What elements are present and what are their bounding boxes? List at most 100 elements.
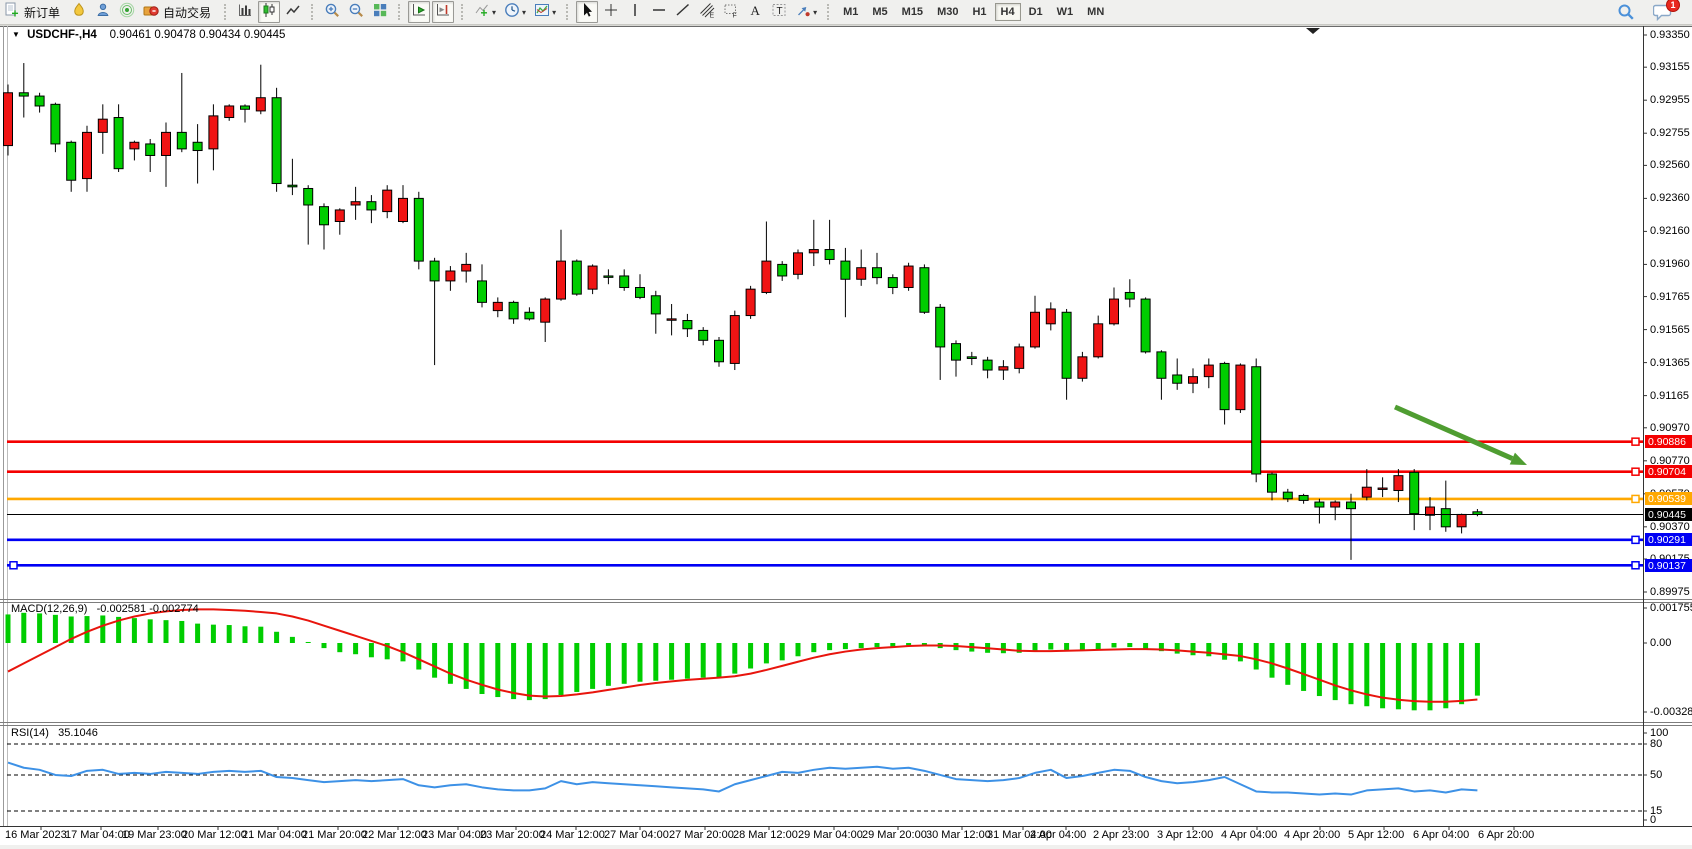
toolbar-separator bbox=[566, 4, 570, 20]
macd-histogram-bar bbox=[1349, 643, 1354, 704]
line-handle-right[interactable] bbox=[1632, 468, 1639, 475]
timeframe-w1-button[interactable]: W1 bbox=[1051, 3, 1080, 21]
candle bbox=[1157, 350, 1166, 400]
indicators-button[interactable]: +▾ bbox=[471, 1, 499, 23]
notifications-button[interactable]: 1 bbox=[1650, 1, 1676, 23]
macd-histogram-bar bbox=[227, 625, 232, 643]
signals-button[interactable] bbox=[116, 1, 138, 23]
fibonacci-button[interactable]: E bbox=[696, 1, 718, 23]
timeframe-d1-button[interactable]: D1 bbox=[1023, 3, 1049, 21]
annotation-arrow-head[interactable] bbox=[1510, 453, 1527, 465]
macd-histogram-bar bbox=[685, 643, 690, 679]
indicators-button-dropdown-icon[interactable]: ▾ bbox=[492, 8, 496, 17]
candle bbox=[983, 357, 992, 378]
tile-windows-button[interactable] bbox=[369, 1, 391, 23]
text-label-button[interactable]: T bbox=[768, 1, 790, 23]
vertical-line-button[interactable] bbox=[624, 1, 646, 23]
text-button[interactable]: A bbox=[744, 1, 766, 23]
candle bbox=[1141, 297, 1150, 353]
candle bbox=[51, 103, 60, 153]
candle bbox=[1062, 309, 1071, 400]
chart-shift-marker[interactable] bbox=[1306, 28, 1320, 34]
main-toolbar: +新订单自动交易+▾▾▾EFAT▾M1M5M15M30H1H4D1W1MN1 bbox=[0, 0, 1692, 25]
timeframe-h4-button[interactable]: H4 bbox=[995, 3, 1021, 21]
new-order-button[interactable]: +新订单 bbox=[1, 1, 66, 23]
timeframe-h1-button[interactable]: H1 bbox=[966, 3, 992, 21]
timeframe-m5-button[interactable]: M5 bbox=[866, 3, 893, 21]
candle bbox=[967, 352, 976, 365]
candle bbox=[509, 301, 518, 324]
auto-scroll-button[interactable] bbox=[408, 1, 430, 23]
trendline-button[interactable] bbox=[672, 1, 694, 23]
search-button[interactable] bbox=[1614, 1, 1638, 23]
line-handle-right[interactable] bbox=[1632, 438, 1639, 445]
line-chart-button[interactable] bbox=[282, 1, 304, 23]
chart-shift-icon bbox=[435, 2, 451, 23]
timeframe-m15-button[interactable]: M15 bbox=[896, 3, 929, 21]
symbol-dropdown-icon[interactable]: ▼ bbox=[12, 30, 20, 39]
horizontal-line-button[interactable] bbox=[648, 1, 670, 23]
macd-histogram-bar bbox=[1143, 643, 1148, 649]
candle bbox=[1046, 302, 1055, 330]
fibonacci-grid-icon: F bbox=[723, 2, 739, 23]
macd-histogram-bar bbox=[274, 632, 279, 643]
candle bbox=[320, 203, 329, 249]
candle bbox=[904, 263, 913, 291]
auto-trading-button[interactable]: 自动交易 bbox=[140, 1, 217, 23]
macd-histogram-bar bbox=[290, 637, 295, 643]
crosshair-icon bbox=[603, 2, 619, 23]
line-handle-right[interactable] bbox=[1632, 536, 1639, 543]
chart-shift-button[interactable] bbox=[432, 1, 454, 23]
macd-histogram-bar bbox=[416, 643, 421, 670]
auto-trading-icon bbox=[143, 2, 159, 23]
crosshair-button[interactable] bbox=[600, 1, 622, 23]
profile-button[interactable] bbox=[92, 1, 114, 23]
candle bbox=[304, 185, 313, 244]
status-strip bbox=[0, 845, 1692, 849]
templates-button[interactable]: ▾ bbox=[531, 1, 559, 23]
signals-icon bbox=[119, 2, 135, 23]
zoom-in-icon bbox=[324, 2, 340, 23]
fibonacci-grid-button[interactable]: F bbox=[720, 1, 742, 23]
arrows-button[interactable]: ▾ bbox=[792, 1, 820, 23]
candle bbox=[67, 141, 76, 192]
line-handle-right[interactable] bbox=[1632, 495, 1639, 502]
auto-trading-button-label: 自动交易 bbox=[163, 4, 211, 21]
candle bbox=[1331, 500, 1340, 520]
candle bbox=[351, 187, 360, 220]
bar-chart-button[interactable] bbox=[234, 1, 256, 23]
macd-histogram-bar bbox=[1175, 643, 1180, 654]
annotation-arrow[interactable] bbox=[1395, 407, 1512, 459]
line-handle-left[interactable] bbox=[10, 562, 17, 569]
zoom-in-button[interactable] bbox=[321, 1, 343, 23]
macd-histogram-bar bbox=[179, 621, 184, 643]
candle bbox=[1094, 316, 1103, 359]
arrows-button-dropdown-icon[interactable]: ▾ bbox=[813, 8, 817, 17]
fibonacci-icon: E bbox=[699, 2, 715, 23]
macd-histogram-bar bbox=[1001, 643, 1006, 653]
candle bbox=[746, 286, 755, 319]
cursor-icon bbox=[579, 2, 595, 23]
timeframe-mn-button[interactable]: MN bbox=[1081, 3, 1110, 21]
zoom-out-button[interactable] bbox=[345, 1, 367, 23]
toolbar-separator bbox=[461, 4, 465, 20]
candle bbox=[478, 264, 487, 307]
templates-button-dropdown-icon[interactable]: ▾ bbox=[552, 8, 556, 17]
timeframe-m30-button[interactable]: M30 bbox=[931, 3, 964, 21]
candle bbox=[651, 291, 660, 334]
candle bbox=[1204, 358, 1213, 388]
candle bbox=[209, 104, 218, 170]
cursor-button[interactable] bbox=[576, 1, 598, 23]
periods-button[interactable]: ▾ bbox=[501, 1, 529, 23]
line-handle-right[interactable] bbox=[1632, 562, 1639, 569]
candlestick-chart-button[interactable] bbox=[258, 1, 280, 23]
periods-button-dropdown-icon[interactable]: ▾ bbox=[522, 8, 526, 17]
macd-histogram-bar bbox=[448, 643, 453, 684]
candle bbox=[1299, 494, 1308, 504]
macd-histogram-bar bbox=[164, 620, 169, 643]
timeframe-m1-button[interactable]: M1 bbox=[837, 3, 864, 21]
macd-histogram-bar bbox=[1301, 643, 1306, 691]
macd-histogram-bar bbox=[559, 643, 564, 695]
rsi-value: 35.1046 bbox=[58, 727, 98, 739]
marker-tool-button[interactable] bbox=[68, 1, 90, 23]
